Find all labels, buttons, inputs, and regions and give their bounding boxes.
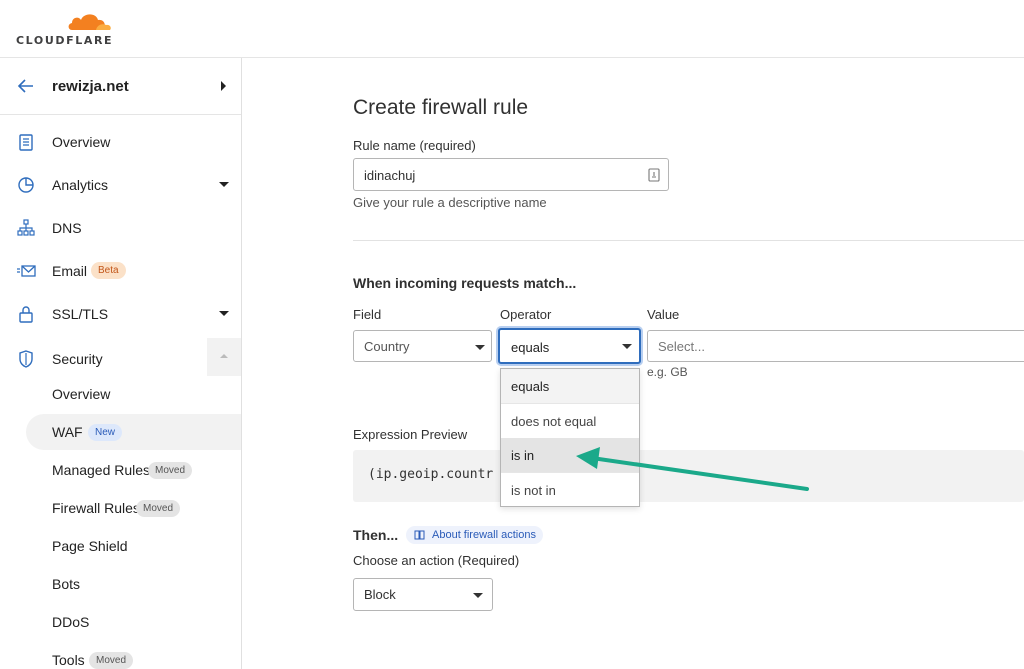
sidebar-subitem-label: Tools — [52, 652, 85, 668]
sidebar-subitem-managed-rules[interactable]: Managed Rules Moved — [26, 452, 241, 488]
operator-select[interactable]: equals — [498, 328, 641, 364]
sidebar-item-overview[interactable]: Overview — [0, 121, 241, 163]
sidebar-subitem-ddos[interactable]: DDoS — [26, 604, 241, 640]
sidebar-item-label: Email — [52, 263, 88, 279]
clipboard-icon — [19, 134, 33, 151]
divider — [353, 240, 1024, 241]
sidebar-subitem-label: Managed Rules — [52, 462, 151, 478]
chevron-down-icon — [473, 593, 483, 598]
option-equals[interactable]: equals — [501, 369, 639, 403]
sidebar-subitem-label: Overview — [52, 386, 111, 402]
sidebar-item-ssl-tls[interactable]: SSL/TLS — [0, 293, 241, 335]
option-is-in[interactable]: is in — [501, 438, 639, 472]
field-label: Field — [353, 307, 382, 322]
sidebar-item-label: Analytics — [52, 177, 109, 193]
rule-name-help: Give your rule a descriptive name — [353, 195, 547, 210]
sidebar-subitem-label: DDoS — [52, 614, 90, 630]
sidebar-subitem-bots[interactable]: Bots — [26, 566, 241, 602]
match-heading: When incoming requests match... — [353, 275, 577, 291]
main-content: Create firewall rule Rule name (required… — [242, 58, 1024, 669]
arrow-left-icon[interactable] — [16, 76, 36, 96]
action-select[interactable]: Block — [353, 578, 493, 611]
beta-badge: Beta — [91, 262, 126, 279]
chevron-down-icon — [219, 311, 229, 316]
zone-name: rewizja.net — [52, 78, 129, 95]
option-label: is not in — [511, 483, 556, 498]
sidebar-item-security[interactable]: Security — [0, 338, 241, 380]
expression-code: (ip.geoip.countr — [368, 467, 494, 482]
value-label: Value — [647, 307, 680, 322]
chevron-up-icon — [220, 354, 228, 358]
operator-dropdown-menu: equals does not equal is in is not in — [500, 368, 640, 507]
operator-select-value: equals — [511, 340, 550, 355]
about-firewall-actions-link[interactable]: About firewall actions — [406, 526, 543, 544]
zone-selector[interactable]: rewizja.net — [0, 58, 241, 115]
action-select-value: Block — [364, 587, 396, 602]
email-icon — [17, 265, 36, 277]
cloudflare-logo[interactable]: CLOUDFLARE — [16, 10, 116, 50]
moved-badge: Moved — [89, 652, 134, 669]
sidebar-item-email[interactable]: Email Beta — [0, 250, 241, 292]
password-manager-icon[interactable] — [648, 168, 660, 182]
sidebar-subitem-label: Bots — [52, 576, 81, 592]
chevron-down-icon — [622, 344, 632, 349]
sidebar-subitem-page-shield[interactable]: Page Shield — [26, 528, 241, 564]
caret-right-icon — [221, 81, 226, 91]
rule-name-input[interactable]: idinachuj — [353, 158, 669, 191]
sidebar-item-analytics[interactable]: Analytics — [0, 164, 241, 206]
sidebar: rewizja.net Overview Analytics DNS Email… — [0, 58, 242, 669]
field-select-value: Country — [364, 339, 410, 354]
value-input[interactable]: Select... — [647, 330, 1024, 362]
sidebar-item-label: Security — [52, 351, 103, 367]
about-link-label: About firewall actions — [432, 529, 536, 541]
option-label: does not equal — [511, 414, 597, 429]
operator-label: Operator — [500, 307, 552, 322]
option-is-not-in[interactable]: is not in — [501, 472, 639, 506]
sidebar-subitem-label: WAF — [52, 424, 83, 440]
option-does-not-equal[interactable]: does not equal — [501, 403, 639, 437]
book-icon — [414, 530, 425, 540]
sidebar-item-dns[interactable]: DNS — [0, 207, 241, 249]
sidebar-item-label: Overview — [52, 134, 111, 150]
shield-icon — [19, 350, 33, 368]
moved-badge: Moved — [148, 462, 193, 479]
sidebar-subitem-firewall-rules[interactable]: Firewall Rules Moved — [26, 490, 241, 526]
sidebar-subitem-label: Page Shield — [52, 538, 128, 554]
value-help: e.g. GB — [647, 365, 688, 379]
page-title: Create firewall rule — [353, 96, 529, 119]
option-label: is in — [511, 448, 535, 463]
lock-icon — [19, 306, 33, 323]
field-select[interactable]: Country — [353, 330, 492, 362]
chevron-down-icon — [475, 345, 485, 350]
network-icon — [17, 219, 35, 236]
expression-preview: (ip.geoip.countr — [353, 450, 1024, 502]
option-label: equals — [511, 379, 550, 394]
chevron-down-icon — [219, 182, 229, 187]
new-badge: New — [88, 424, 123, 441]
expression-preview-label: Expression Preview — [353, 427, 468, 442]
rule-name-label: Rule name (required) — [353, 138, 476, 153]
sidebar-subitem-overview[interactable]: Overview — [26, 376, 241, 412]
value-placeholder: Select... — [658, 339, 705, 354]
cloud-icon — [68, 14, 111, 30]
sidebar-item-label: DNS — [52, 220, 82, 236]
then-heading: Then... — [353, 527, 399, 543]
sidebar-subitem-waf[interactable]: WAF New — [26, 414, 241, 450]
moved-badge: Moved — [136, 500, 181, 517]
sidebar-subitem-label: Firewall Rules — [52, 500, 140, 516]
logo-wordmark: CLOUDFLARE — [16, 34, 114, 47]
action-label: Choose an action (Required) — [353, 553, 520, 568]
collapse-security-button[interactable] — [207, 338, 241, 376]
top-header: CLOUDFLARE — [0, 0, 1024, 58]
sidebar-subitem-tools[interactable]: Tools Moved — [26, 642, 241, 669]
rule-name-value: idinachuj — [364, 168, 416, 183]
sidebar-item-label: SSL/TLS — [52, 306, 109, 322]
pie-chart-icon — [18, 177, 34, 193]
